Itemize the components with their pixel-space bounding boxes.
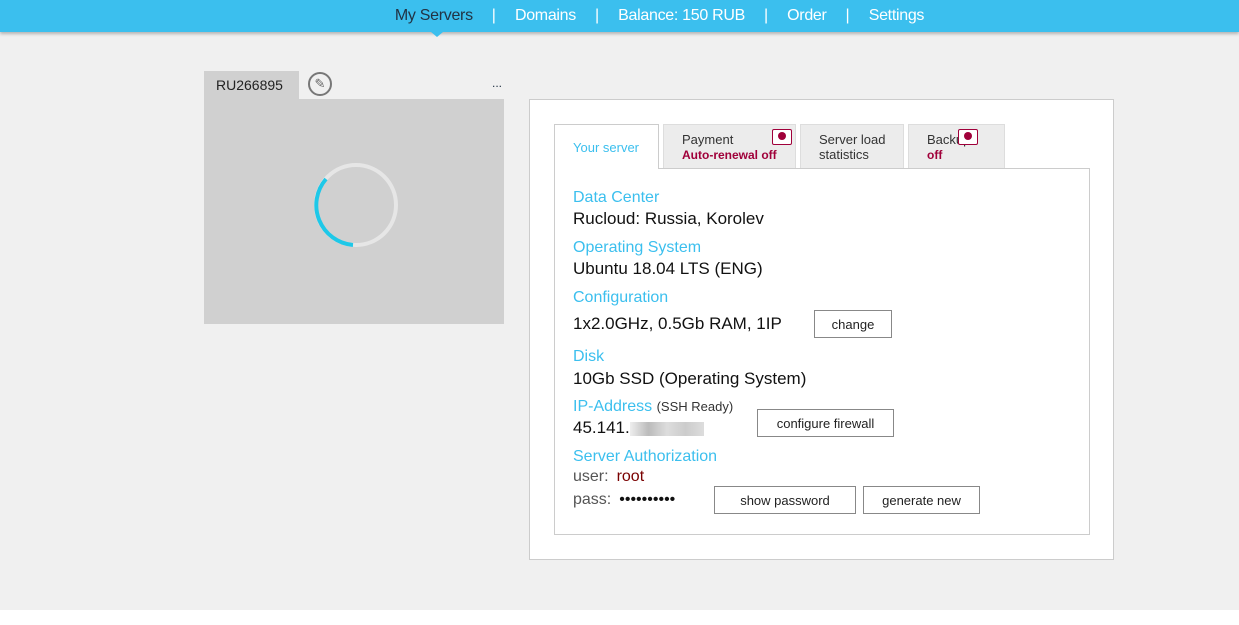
nav-domains[interactable]: Domains: [515, 7, 576, 25]
nav-separator: |: [763, 7, 769, 24]
disk-label: Disk: [573, 348, 605, 365]
ip-text: 45.141.: [573, 418, 630, 437]
generate-password-button[interactable]: generate new: [863, 486, 980, 514]
nav-order[interactable]: Order: [787, 7, 827, 25]
tab-your-server[interactable]: Your server: [554, 124, 659, 169]
alert-bubble-icon: [958, 129, 978, 145]
auth-label: Server Authorization: [573, 448, 718, 465]
nav-separator: |: [491, 7, 496, 24]
tab-label: Your server: [573, 140, 639, 155]
nav-settings[interactable]: Settings: [869, 7, 925, 25]
pass-value: ••••••••••: [619, 491, 676, 508]
pass-row: pass: ••••••••••: [573, 491, 675, 509]
payment-status: Auto-renewal off: [682, 148, 777, 162]
dc-label: Data Center: [573, 189, 660, 206]
tab-content: Data Center Rucloud: Russia, Korolev Ope…: [554, 168, 1090, 535]
server-details-panel: Your server Payment Auto-renewal off Serv…: [529, 99, 1114, 560]
config-value: 1x2.0GHz, 0.5Gb RAM, 1IP: [573, 314, 782, 333]
ip-label-text: IP-Address: [573, 398, 653, 415]
configure-firewall-button[interactable]: configure firewall: [757, 409, 894, 437]
active-nav-caret: [431, 32, 443, 37]
nav-my-servers[interactable]: My Servers: [395, 7, 473, 25]
disk-value: 10Gb SSD (Operating System): [573, 369, 807, 388]
tab-label: Server load: [819, 132, 886, 147]
tab-label: Payment: [682, 132, 734, 147]
config-label: Configuration: [573, 289, 669, 306]
edit-pencil-icon[interactable]: ✎: [308, 72, 332, 96]
show-password-button[interactable]: show password: [714, 486, 856, 514]
nav-separator: |: [594, 7, 600, 24]
alert-bubble-icon: [772, 129, 792, 145]
ssh-ready-note: (SSH Ready): [656, 399, 734, 414]
server-preview: [204, 99, 504, 324]
tab-backup[interactable]: Backup off: [908, 124, 1005, 168]
dc-value: Rucloud: Russia, Korolev: [573, 209, 764, 228]
loading-spinner-icon: [314, 163, 398, 247]
ip-value: 45.141.: [573, 418, 704, 438]
change-config-button[interactable]: change: [814, 310, 892, 338]
os-label: Operating System: [573, 239, 702, 256]
user-row: user: root: [573, 468, 644, 486]
tab-label: statistics: [819, 147, 869, 162]
nav-balance[interactable]: Balance: 150 RUB: [618, 7, 745, 25]
os-value: Ubuntu 18.04 LTS (ENG): [573, 259, 763, 278]
user-label: user:: [573, 468, 609, 485]
tab-server-load[interactable]: Server load statistics: [800, 124, 904, 168]
redacted-ip: [629, 421, 704, 436]
tab-payment[interactable]: Payment Auto-renewal off: [663, 124, 796, 168]
top-nav: My Servers | Domains | Balance: 150 RUB | O…: [0, 0, 1239, 32]
nav-separator: |: [845, 7, 850, 24]
ip-label: IP-Address (SSH Ready): [573, 398, 733, 416]
server-id-tab[interactable]: RU266895: [204, 71, 299, 99]
user-value: root: [616, 468, 645, 485]
backup-status: off: [927, 148, 943, 162]
more-options[interactable]: ...: [492, 76, 502, 90]
pass-label: pass:: [573, 491, 612, 508]
